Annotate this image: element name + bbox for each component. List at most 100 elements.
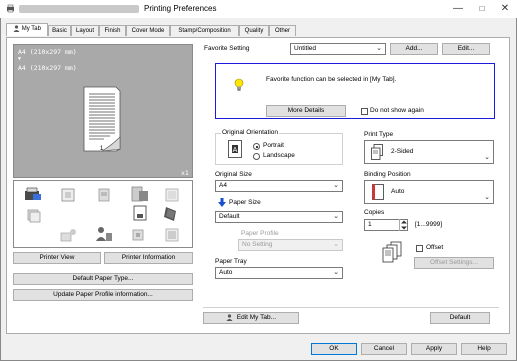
printer-app-icon xyxy=(6,4,15,13)
tab-layout[interactable]: Layout xyxy=(71,25,99,36)
tab-my-tab[interactable]: My Tab xyxy=(6,23,48,36)
divider xyxy=(203,307,499,308)
close-icon[interactable]: ✕ xyxy=(496,2,514,16)
chevron-down-icon: ⌄ xyxy=(484,154,490,161)
portrait-label: Portrait xyxy=(263,142,284,149)
title-bar: Printing Preferences — □ ✕ xyxy=(0,0,517,18)
paper-profile-value: No Setting xyxy=(242,241,273,248)
cancel-button[interactable]: Cancel xyxy=(361,343,407,355)
ok-button[interactable]: OK xyxy=(311,343,357,355)
binding-position-label: Binding Position xyxy=(364,171,411,178)
tab-basic[interactable]: Basic xyxy=(48,25,71,36)
paper-size-readout: A4 (210x297 mm) xyxy=(18,64,77,72)
device-options-panel xyxy=(13,180,193,248)
binding-position-select[interactable]: Auto ⌄ xyxy=(364,180,494,204)
default-button[interactable]: Default xyxy=(430,312,490,324)
offset-checkbox[interactable] xyxy=(416,245,423,252)
copies-range: [1...9999] xyxy=(415,221,443,228)
offset-stack-icon xyxy=(382,241,404,263)
default-paper-type-button[interactable]: Default Paper Type... xyxy=(13,273,193,285)
window-title: Printing Preferences xyxy=(144,4,217,13)
portrait-page-icon: A xyxy=(228,140,242,158)
copies-stepper[interactable] xyxy=(399,219,408,231)
lightbulb-icon xyxy=(234,78,244,92)
printer-information-button[interactable]: Printer Information xyxy=(104,252,193,264)
do-not-show-again-label: Do not show again xyxy=(370,107,424,114)
original-size-value: A4 xyxy=(219,182,227,189)
update-paper-profile-button[interactable]: Update Paper Profile information... xyxy=(13,289,193,301)
chevron-down-icon: ⌄ xyxy=(333,182,339,189)
apply-button[interactable]: Apply xyxy=(411,343,457,355)
chevron-down-icon: ⌄ xyxy=(333,241,339,248)
paper-profile-label: Paper Profile xyxy=(241,230,279,237)
hdd-icon xyxy=(164,227,180,243)
portrait-radio[interactable] xyxy=(253,143,260,150)
tab-quality[interactable]: Quality xyxy=(239,25,269,36)
paper-profile-select[interactable]: No Setting ⌄ xyxy=(238,239,343,251)
edit-favorite-button[interactable]: Edit... xyxy=(442,43,490,55)
tab-label: Stamp/Composition xyxy=(178,28,231,34)
landscape-label: Landscape xyxy=(263,152,295,159)
finisher-icon xyxy=(60,187,76,203)
storage-icon xyxy=(130,227,146,243)
punch-icon xyxy=(162,205,178,221)
output-tray-icon xyxy=(130,185,148,202)
original-size-label: Original Size xyxy=(215,171,252,178)
paper-tray-value: Auto xyxy=(219,269,233,276)
do-not-show-again-checkbox[interactable] xyxy=(361,108,368,115)
print-type-select[interactable]: 2-Sided ⌄ xyxy=(364,140,494,164)
favorite-info-box: Favorite function can be selected in [My… xyxy=(215,63,495,119)
tray-icon xyxy=(96,187,112,203)
offset-settings-button[interactable]: Offset Settings... xyxy=(414,257,494,269)
tab-label: My Tab xyxy=(21,26,41,32)
paper-stack-icon xyxy=(26,207,42,223)
print-preview: A4 (210x297 mm) ▼ A4 (210x297 mm) 1 x1 xyxy=(13,44,193,178)
minimize-icon[interactable]: — xyxy=(449,2,467,16)
paper-size-label: Paper Size xyxy=(229,199,261,206)
blurred-printer-name xyxy=(19,5,139,13)
account-icon xyxy=(60,227,76,243)
help-button[interactable]: Help xyxy=(461,343,507,355)
copies-label: Copies xyxy=(364,209,385,216)
maximize-icon[interactable]: □ xyxy=(473,2,491,16)
printer-view-button[interactable]: Printer View xyxy=(13,252,101,264)
two-sided-icon xyxy=(371,144,383,160)
paper-size-value: Default xyxy=(219,213,240,220)
edit-my-tab-label: Edit My Tab... xyxy=(236,314,277,321)
tab-stamp-composition[interactable]: Stamp/Composition xyxy=(170,25,239,36)
svg-text:A: A xyxy=(233,147,238,154)
tab-label: Other xyxy=(274,28,290,34)
tab-label: Basic xyxy=(52,28,67,34)
tab-label: Quality xyxy=(244,28,264,34)
favorite-setting-select[interactable]: Untitled ⌄ xyxy=(290,43,386,55)
edit-my-tab-button[interactable]: Edit My Tab... xyxy=(203,312,299,324)
original-size-select[interactable]: A4 ⌄ xyxy=(215,180,343,192)
tab-finish[interactable]: Finish xyxy=(99,25,126,36)
original-size-readout: A4 (210x297 mm) xyxy=(18,48,77,56)
chevron-down-icon: ⌄ xyxy=(333,213,339,220)
tab-cover-mode[interactable]: Cover Mode xyxy=(126,25,170,36)
favorite-info-message: Favorite function can be selected in [My… xyxy=(266,76,397,83)
booklet-icon xyxy=(132,205,148,221)
paper-tray-label: Paper Tray xyxy=(215,258,247,265)
print-type-label: Print Type xyxy=(364,131,394,138)
person-icon xyxy=(13,25,20,32)
copies-badge: x1 xyxy=(181,169,189,177)
chevron-down-icon: ⌄ xyxy=(376,45,382,52)
authentication-icon xyxy=(94,225,112,241)
more-details-button[interactable]: More Details xyxy=(266,105,346,117)
print-type-value: 2-Sided xyxy=(391,148,414,155)
paper-size-select[interactable]: Default ⌄ xyxy=(215,211,343,223)
orientation-label: Original Orientation xyxy=(221,129,279,136)
binding-page-icon xyxy=(372,184,384,200)
tab-label: Cover Mode xyxy=(131,28,165,34)
offset-label: Offset xyxy=(426,244,444,251)
binding-position-value: Auto xyxy=(391,188,405,195)
add-favorite-button[interactable]: Add... xyxy=(390,43,438,55)
paper-tray-select[interactable]: Auto ⌄ xyxy=(215,267,343,279)
page-number: 1 xyxy=(100,146,104,152)
page-preview-icon xyxy=(82,85,122,153)
favorite-setting-value: Untitled xyxy=(294,45,317,52)
landscape-radio[interactable] xyxy=(253,153,260,160)
tab-other[interactable]: Other xyxy=(269,25,296,36)
